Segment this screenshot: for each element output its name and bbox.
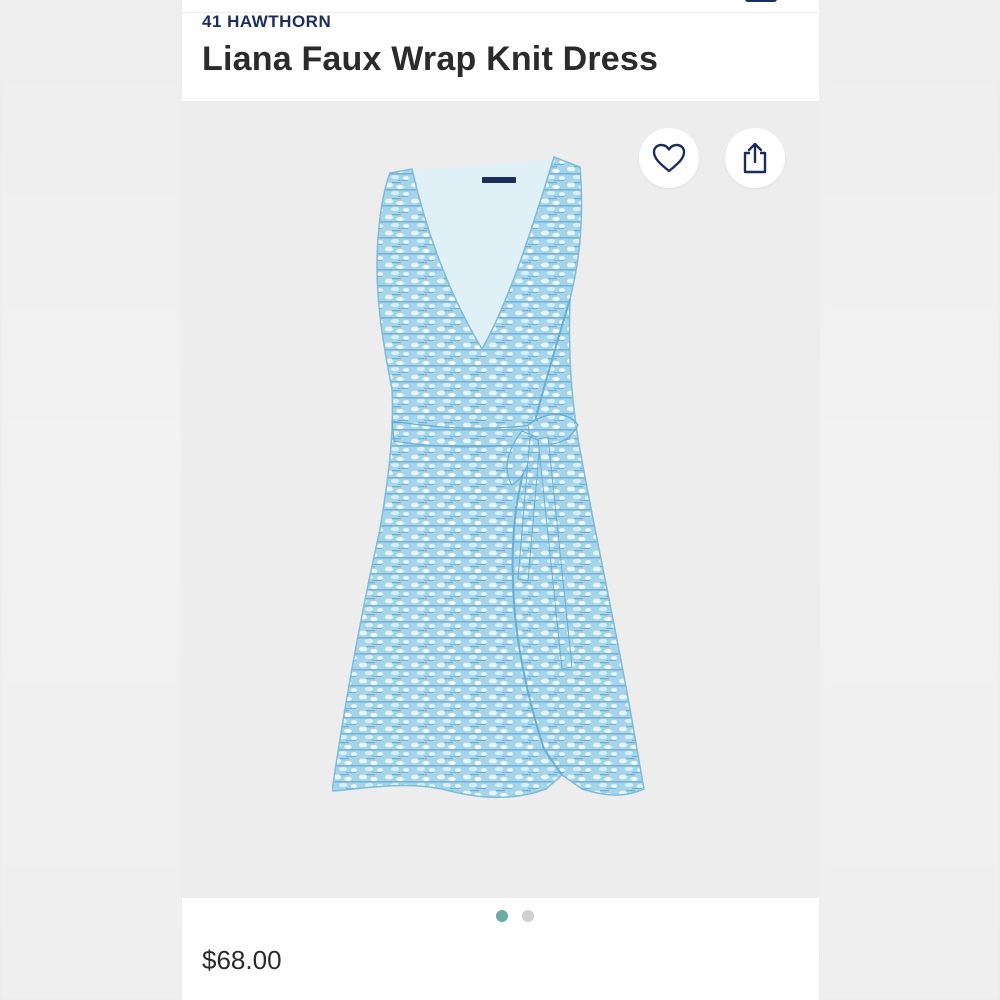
brand-name[interactable]: 41 HAWTHORN — [202, 12, 331, 32]
carousel-dot[interactable] — [495, 910, 508, 922]
background-blur-right — [819, 0, 1000, 1000]
favorite-button[interactable] — [639, 128, 699, 188]
product-title: Liana Faux Wrap Knit Dress — [202, 40, 659, 78]
product-page: 41 HAWTHORN Liana Faux Wrap Knit Dress $… — [182, 0, 819, 1000]
background-blur-left — [0, 0, 182, 1000]
product-price: $68.00 — [202, 945, 282, 975]
product-image-carousel[interactable] — [182, 101, 819, 898]
carousel-indicator — [182, 910, 819, 926]
dress-image — [332, 156, 645, 799]
menu-button[interactable] — [745, 0, 777, 2]
carousel-dot[interactable] — [521, 910, 534, 922]
heart-icon — [652, 143, 686, 173]
share-icon — [743, 142, 767, 174]
share-button[interactable] — [725, 128, 785, 188]
